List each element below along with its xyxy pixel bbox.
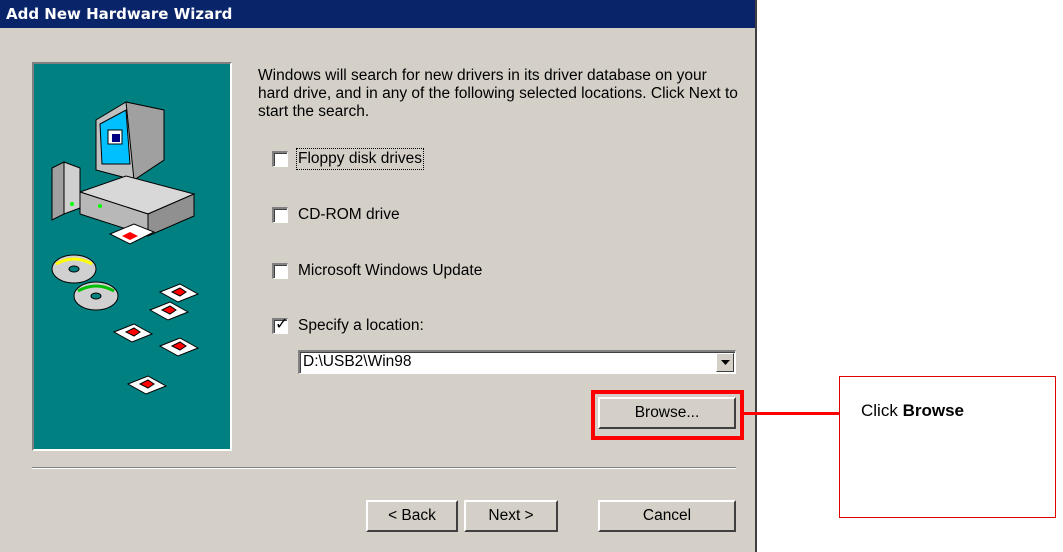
- cancel-button[interactable]: Cancel: [598, 500, 736, 532]
- floppy-label: Floppy disk drives: [295, 148, 425, 170]
- option-floppy[interactable]: Floppy disk drives: [272, 148, 425, 170]
- callout-emphasis: Browse: [902, 401, 964, 420]
- specify-location-checkbox[interactable]: ✓: [272, 316, 289, 334]
- computer-and-disks-icon: [51, 101, 200, 395]
- callout-prefix: Click: [861, 401, 903, 420]
- option-cdrom[interactable]: CD-ROM drive: [272, 205, 400, 225]
- option-specify-location[interactable]: ✓ Specify a location:: [272, 316, 424, 336]
- wizard-dialog: Add New Hardware Wizard Windows will sea…: [0, 0, 757, 552]
- checkmark-icon: ✓: [275, 316, 289, 333]
- callout-connector: [744, 412, 839, 415]
- location-value[interactable]: D:\USB2\Win98: [303, 353, 412, 370]
- cdrom-checkbox[interactable]: [272, 207, 288, 223]
- dropdown-arrow-button[interactable]: [716, 353, 734, 372]
- browse-highlight: [591, 390, 744, 440]
- cdrom-label: CD-ROM drive: [298, 206, 400, 223]
- next-button[interactable]: Next >: [464, 500, 558, 532]
- back-button[interactable]: < Back: [366, 500, 458, 532]
- windows-update-checkbox[interactable]: [272, 263, 288, 279]
- callout-box: Click Browse: [839, 376, 1056, 518]
- chevron-down-icon: [720, 359, 730, 365]
- location-combobox[interactable]: D:\USB2\Win98: [298, 350, 736, 374]
- intro-text: Windows will search for new drivers in i…: [258, 67, 738, 120]
- option-windows-update[interactable]: Microsoft Windows Update: [272, 261, 482, 281]
- wizard-illustration: [32, 62, 232, 451]
- window-title: Add New Hardware Wizard: [6, 5, 233, 23]
- floppy-checkbox[interactable]: [272, 151, 288, 167]
- title-bar[interactable]: Add New Hardware Wizard: [0, 0, 755, 28]
- specify-location-label: Specify a location:: [298, 317, 424, 334]
- windows-update-label: Microsoft Windows Update: [298, 262, 483, 279]
- separator: [32, 467, 736, 469]
